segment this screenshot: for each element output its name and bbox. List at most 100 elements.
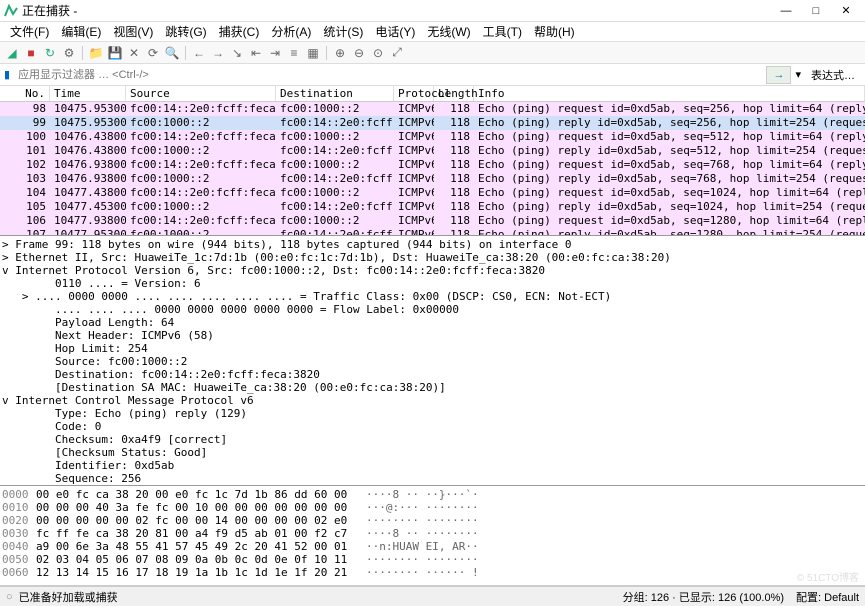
packet-row[interactable]: 10210476.938000fc00:14::2e0:fcff:feca:38… bbox=[0, 158, 865, 172]
maximize-button[interactable]: □ bbox=[801, 2, 831, 20]
cell-len: 118 bbox=[434, 158, 474, 172]
status-icon[interactable]: ○ bbox=[6, 591, 13, 603]
menu-item-5[interactable]: 分析(A) bbox=[265, 21, 317, 42]
detail-line[interactable]: 0110 .... = Version: 6 bbox=[2, 277, 863, 290]
packet-row[interactable]: 10310476.938000fc00:1000::2fc00:14::2e0:… bbox=[0, 172, 865, 186]
detail-line[interactable]: Sequence: 256 bbox=[2, 472, 863, 485]
zoomin-icon[interactable]: ⊕ bbox=[332, 45, 348, 61]
cell-proto: ICMPv6 bbox=[394, 130, 434, 144]
open-icon[interactable]: 📁 bbox=[88, 45, 104, 61]
autoscroll-icon[interactable]: ≡ bbox=[286, 45, 302, 61]
colorize-icon[interactable]: ▦ bbox=[305, 45, 321, 61]
stop-icon[interactable]: ■ bbox=[23, 45, 39, 61]
packet-row[interactable]: 10610477.938000fc00:14::2e0:fcff:feca:38… bbox=[0, 214, 865, 228]
menu-item-1[interactable]: 编辑(E) bbox=[55, 21, 107, 42]
menu-item-0[interactable]: 文件(F) bbox=[4, 21, 55, 42]
packet-row[interactable]: 10510477.453000fc00:1000::2fc00:14::2e0:… bbox=[0, 200, 865, 214]
status-profile[interactable]: 配置: Default bbox=[796, 589, 859, 605]
back-icon[interactable]: ← bbox=[191, 45, 207, 61]
bookmark-icon[interactable]: ▮ bbox=[4, 68, 10, 81]
cell-info: Echo (ping) request id=0xd5ab, seq=1280,… bbox=[474, 214, 865, 228]
detail-line[interactable]: .... .... .... 0000 0000 0000 0000 0000 … bbox=[2, 303, 863, 316]
cell-len: 118 bbox=[434, 144, 474, 158]
hex-line[interactable]: 006012 13 14 15 16 17 18 19 1a 1b 1c 1d … bbox=[2, 566, 863, 579]
detail-line[interactable]: > Ethernet II, Src: HuaweiTe_1c:7d:1b (0… bbox=[2, 251, 863, 264]
hex-line[interactable]: 005002 03 04 05 06 07 08 09 0a 0b 0c 0d … bbox=[2, 553, 863, 566]
filter-input[interactable] bbox=[14, 66, 762, 84]
cell-len: 118 bbox=[434, 102, 474, 116]
detail-line[interactable]: [Destination SA MAC: HuaweiTe_ca:38:20 (… bbox=[2, 381, 863, 394]
menu-item-10[interactable]: 帮助(H) bbox=[528, 21, 581, 42]
detail-line[interactable]: Checksum: 0xa4f9 [correct] bbox=[2, 433, 863, 446]
first-icon[interactable]: ⇤ bbox=[248, 45, 264, 61]
menu-item-4[interactable]: 捕获(C) bbox=[213, 21, 266, 42]
expression-button[interactable]: 表达式… bbox=[805, 66, 861, 84]
packet-row[interactable]: 10010476.438000fc00:14::2e0:fcff:feca:38… bbox=[0, 130, 865, 144]
cell-len: 118 bbox=[434, 116, 474, 130]
detail-line[interactable]: v Internet Protocol Version 6, Src: fc00… bbox=[2, 264, 863, 277]
zoom1-icon[interactable]: ⊙ bbox=[370, 45, 386, 61]
packet-row[interactable]: 9910475.953000fc00:1000::2fc00:14::2e0:f… bbox=[0, 116, 865, 130]
find-icon[interactable]: 🔍 bbox=[164, 45, 180, 61]
minimize-button[interactable]: — bbox=[771, 2, 801, 20]
detail-line[interactable]: > .... 0000 0000 .... .... .... .... ...… bbox=[2, 290, 863, 303]
detail-line[interactable]: Hop Limit: 254 bbox=[2, 342, 863, 355]
resize-icon[interactable]: ⤢ bbox=[389, 45, 405, 61]
hex-offset: 0030 bbox=[2, 527, 36, 540]
detail-line[interactable]: Payload Length: 64 bbox=[2, 316, 863, 329]
col-time[interactable]: Time bbox=[50, 86, 126, 101]
detail-line[interactable]: [Checksum Status: Good] bbox=[2, 446, 863, 459]
hex-pane[interactable]: 000000 e0 fc ca 38 20 00 e0 fc 1c 7d 1b … bbox=[0, 486, 865, 586]
menu-item-7[interactable]: 电话(Y) bbox=[369, 21, 421, 42]
cell-src: fc00:1000::2 bbox=[126, 228, 276, 236]
packet-row[interactable]: 10710477.953000fc00:1000::2fc00:14::2e0:… bbox=[0, 228, 865, 236]
detail-line[interactable]: Destination: fc00:14::2e0:fcff:feca:3820 bbox=[2, 368, 863, 381]
last-icon[interactable]: ⇥ bbox=[267, 45, 283, 61]
zoomout-icon[interactable]: ⊖ bbox=[351, 45, 367, 61]
hex-line[interactable]: 0030fc ff fe ca 38 20 81 00 a4 f9 d5 ab … bbox=[2, 527, 863, 540]
cell-time: 10476.438000 bbox=[50, 130, 126, 144]
detail-line[interactable]: Code: 0 bbox=[2, 420, 863, 433]
packet-details[interactable]: > Frame 99: 118 bytes on wire (944 bits)… bbox=[0, 236, 865, 486]
reload-icon[interactable]: ⟳ bbox=[145, 45, 161, 61]
goto-icon[interactable]: ↘ bbox=[229, 45, 245, 61]
cell-proto: ICMPv6 bbox=[394, 172, 434, 186]
packet-row[interactable]: 10410477.438000fc00:14::2e0:fcff:feca:38… bbox=[0, 186, 865, 200]
menu-item-2[interactable]: 视图(V) bbox=[107, 21, 159, 42]
col-len[interactable]: Length bbox=[434, 86, 474, 101]
cell-time: 10476.938000 bbox=[50, 172, 126, 186]
apply-filter-button[interactable]: → bbox=[766, 66, 791, 84]
hex-line[interactable]: 001000 00 00 40 3a fe fc 00 10 00 00 00 … bbox=[2, 501, 863, 514]
close-icon[interactable]: ✕ bbox=[126, 45, 142, 61]
col-proto[interactable]: Protocol bbox=[394, 86, 434, 101]
detail-line[interactable]: Source: fc00:1000::2 bbox=[2, 355, 863, 368]
save-icon[interactable]: 💾 bbox=[107, 45, 123, 61]
packet-list[interactable]: No. Time Source Destination Protocol Len… bbox=[0, 86, 865, 236]
hex-line[interactable]: 000000 e0 fc ca 38 20 00 e0 fc 1c 7d 1b … bbox=[2, 488, 863, 501]
menu-item-8[interactable]: 无线(W) bbox=[421, 21, 476, 42]
packet-row[interactable]: 9810475.953000fc00:14::2e0:fcff:feca:38…… bbox=[0, 102, 865, 116]
detail-line[interactable]: v Internet Control Message Protocol v6 bbox=[2, 394, 863, 407]
detail-line[interactable]: Next Header: ICMPv6 (58) bbox=[2, 329, 863, 342]
col-src[interactable]: Source bbox=[126, 86, 276, 101]
detail-line[interactable]: > Frame 99: 118 bytes on wire (944 bits)… bbox=[2, 238, 863, 251]
shark-icon[interactable]: ◢ bbox=[4, 45, 20, 61]
cell-dst: fc00:14::2e0:fcff:f… bbox=[276, 144, 394, 158]
hex-line[interactable]: 0040a9 00 6e 3a 48 55 41 57 45 49 2c 20 … bbox=[2, 540, 863, 553]
detail-line[interactable]: Type: Echo (ping) reply (129) bbox=[2, 407, 863, 420]
menu-item-6[interactable]: 统计(S) bbox=[317, 21, 369, 42]
menu-item-9[interactable]: 工具(T) bbox=[477, 21, 528, 42]
close-button[interactable]: ✕ bbox=[831, 2, 861, 20]
col-info[interactable]: Info bbox=[474, 86, 865, 101]
col-no[interactable]: No. bbox=[0, 86, 50, 101]
fwd-icon[interactable]: → bbox=[210, 45, 226, 61]
options-icon[interactable]: ⚙ bbox=[61, 45, 77, 61]
packet-header: No. Time Source Destination Protocol Len… bbox=[0, 86, 865, 102]
col-dst[interactable]: Destination bbox=[276, 86, 394, 101]
hex-line[interactable]: 002000 00 00 00 00 02 fc 00 00 14 00 00 … bbox=[2, 514, 863, 527]
packet-row[interactable]: 10110476.438000fc00:1000::2fc00:14::2e0:… bbox=[0, 144, 865, 158]
menu-item-3[interactable]: 跳转(G) bbox=[159, 21, 212, 42]
restart-icon[interactable]: ↻ bbox=[42, 45, 58, 61]
clear-filter-button[interactable]: ▾ bbox=[795, 68, 801, 81]
detail-line[interactable]: Identifier: 0xd5ab bbox=[2, 459, 863, 472]
